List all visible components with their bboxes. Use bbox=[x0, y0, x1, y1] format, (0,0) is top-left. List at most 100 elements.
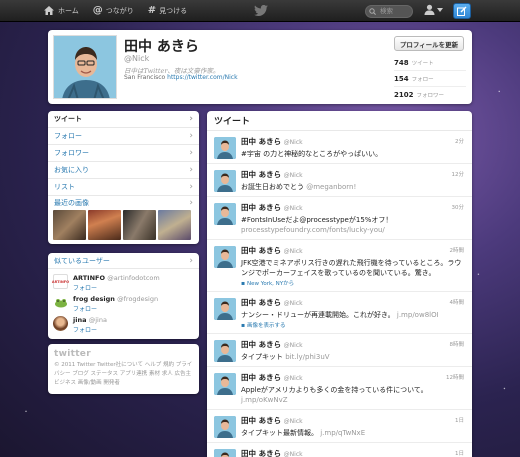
tweet-link[interactable]: @meganborn! bbox=[306, 183, 356, 191]
sidebar-item-label: フォロワー bbox=[54, 149, 89, 157]
tweet-author-name[interactable]: 田中 あきら bbox=[241, 203, 281, 212]
tweet-author-handle: @Nick bbox=[283, 375, 303, 382]
compose-tweet-button[interactable] bbox=[453, 3, 471, 19]
tweet-timestamp[interactable]: 30分 bbox=[452, 203, 465, 211]
tweet-link[interactable]: processtypefoundry.com/fonts/lucky-you/ bbox=[241, 226, 385, 234]
nav-connect[interactable]: @ つながり bbox=[93, 5, 134, 16]
tweet-timestamp[interactable]: 2分 bbox=[455, 137, 464, 145]
tweet-author-name[interactable]: 田中 あきら bbox=[241, 298, 281, 307]
tweet-author-handle: @Nick bbox=[283, 418, 303, 425]
tweet-timestamp[interactable]: 8時間 bbox=[450, 340, 465, 348]
similar-users-header[interactable]: 似ているユーザー › bbox=[48, 253, 199, 269]
follow-link[interactable]: フォロー bbox=[73, 304, 158, 313]
chevron-right-icon: › bbox=[189, 182, 193, 192]
tweet-avatar[interactable] bbox=[214, 340, 236, 362]
similar-user: ARTINFO ARTINFO @artinfodotcom フォロー bbox=[52, 274, 160, 292]
person-photo bbox=[214, 449, 236, 457]
profile-name: 田中 あきら bbox=[124, 39, 199, 55]
tweet-author-name[interactable]: 田中 あきら bbox=[241, 246, 281, 255]
user-avatar[interactable]: ARTINFO bbox=[52, 274, 69, 289]
tweet-item[interactable]: 田中 あきら @Nick 12分 お誕生日おめでとう @meganborn! bbox=[207, 164, 472, 197]
tweet-avatar[interactable] bbox=[214, 246, 236, 268]
profile-url-link[interactable]: https://twitter.com/Nick bbox=[167, 74, 237, 81]
tweet-author-name[interactable]: 田中 あきら bbox=[241, 340, 281, 349]
tweet-item[interactable]: 田中 あきら @Nick 1日タイプキット最新情報。 j.mp/qTwNxE bbox=[207, 410, 472, 443]
tweet-text: お誕生日おめでとう @meganborn! bbox=[241, 182, 466, 192]
tweet-timestamp[interactable]: 1日 bbox=[455, 449, 464, 457]
user-name[interactable]: jina bbox=[73, 316, 86, 324]
tweet-author-name[interactable]: 田中 あきら bbox=[241, 449, 281, 457]
follow-link[interactable]: フォロー bbox=[73, 283, 160, 292]
sidebar-item-label: お気に入り bbox=[54, 166, 89, 174]
user-name[interactable]: ARTINFO bbox=[73, 274, 105, 282]
profile-stats: 748 ツイート 154 フォロー 2102 フォロワー bbox=[394, 55, 466, 103]
profile-avatar[interactable] bbox=[53, 35, 117, 99]
tweet-link[interactable]: j.mp/oKwNvZ bbox=[241, 396, 288, 404]
nav-discover[interactable]: # 見つける bbox=[148, 5, 187, 16]
sidebar-item-tweets[interactable]: ツイート › bbox=[48, 111, 199, 128]
tweet-extra-label[interactable]: New York, NYから bbox=[247, 281, 294, 287]
tweet-avatar[interactable] bbox=[214, 373, 236, 395]
frog-icon bbox=[54, 298, 67, 307]
tweet-avatar[interactable] bbox=[214, 203, 236, 225]
tweet-body: #宇宙 の力と神秘的なところがやっぱいい。 bbox=[241, 150, 383, 158]
tweet-avatar[interactable] bbox=[214, 449, 236, 457]
tweet-link[interactable]: j.mp/qTwNxE bbox=[320, 429, 365, 437]
tweet-item[interactable]: 田中 あきら @Nick1日ホットタイプキットから新しいフォントが bbox=[207, 443, 472, 457]
tweet-author-name[interactable]: 田中 あきら bbox=[241, 170, 281, 179]
tweet-item[interactable]: 田中 あきら @Nick 2分 #宇宙 の力と神秘的なところがやっぱいい。 bbox=[207, 131, 472, 164]
tweet-body: JFK空港でミネアポリス行きの遅れた飛行機を待っているところ。ラウンジでポーカー… bbox=[241, 259, 462, 277]
profile-location: San Francisco bbox=[124, 74, 166, 81]
compose-icon bbox=[457, 6, 467, 16]
tweet-avatar[interactable] bbox=[214, 170, 236, 192]
tweet-timestamp[interactable]: 2時間 bbox=[450, 246, 465, 254]
sidebar-item-followers[interactable]: フォロワー › bbox=[48, 145, 199, 162]
tweet-item[interactable]: 田中 あきら @Nick 8時間 タイプキット bit.ly/phi3uV bbox=[207, 334, 472, 367]
user-avatar[interactable] bbox=[53, 295, 68, 310]
tweet-avatar[interactable] bbox=[214, 298, 236, 320]
tweet-body: タイプキット最新情報。 bbox=[241, 429, 318, 437]
edit-profile-button[interactable]: プロフィールを更新 bbox=[394, 36, 464, 51]
stat-followers[interactable]: 2102 フォロワー bbox=[394, 87, 466, 103]
tweet-author-name[interactable]: 田中 あきら bbox=[241, 416, 281, 425]
tweet-timestamp[interactable]: 1日 bbox=[455, 416, 464, 424]
recent-image[interactable] bbox=[88, 210, 121, 240]
follow-link[interactable]: フォロー bbox=[73, 325, 107, 334]
tweet-item[interactable]: 田中 あきら @Nick 4時間 ナンシー・ドリューが再連載開始。これが好き。 j.… bbox=[207, 292, 472, 334]
profile-handle: @Nick bbox=[124, 54, 150, 63]
stat-tweets[interactable]: 748 ツイート bbox=[394, 55, 466, 71]
recent-image[interactable] bbox=[158, 210, 191, 240]
tweet-avatar[interactable] bbox=[214, 416, 236, 438]
recent-images-header[interactable]: 最近の画像 › bbox=[48, 196, 199, 210]
user-menu[interactable] bbox=[424, 4, 443, 15]
tweet-author-name[interactable]: 田中 あきら bbox=[241, 137, 281, 146]
tweet-timestamp[interactable]: 12分 bbox=[452, 170, 465, 178]
sidebar-item-favorites[interactable]: お気に入り › bbox=[48, 162, 199, 179]
tweet-author-handle: @Nick bbox=[283, 300, 303, 307]
footer-panel: twitter © 2011 Twitter Twitter社について ヘルプ … bbox=[48, 344, 199, 394]
footer-links[interactable]: © 2011 Twitter Twitter社について ヘルプ 規約 プライバシ… bbox=[54, 361, 193, 388]
stat-count: 748 bbox=[394, 58, 409, 67]
tweet-avatar[interactable] bbox=[214, 137, 236, 159]
recent-image[interactable] bbox=[53, 210, 86, 240]
tweet-item[interactable]: 田中 あきら @Nick 30分 #FontsInUseだよ@processtype… bbox=[207, 197, 472, 240]
person-photo bbox=[214, 340, 236, 362]
tweet-item[interactable]: 田中 あきら @Nick 12時間 Appleがアメリカよりも多くの金を持っている件… bbox=[207, 367, 472, 410]
tweet-item[interactable]: 田中 あきら @Nick 2時間 JFK空港でミネアポリス行きの遅れた飛行機を待って… bbox=[207, 240, 472, 292]
nav-home[interactable]: ホーム bbox=[44, 6, 79, 16]
tweet-extra-label[interactable]: 画像を表示する bbox=[247, 323, 286, 329]
tweet-link[interactable]: bit.ly/phi3uV bbox=[285, 353, 329, 361]
tweet-timestamp[interactable]: 12時間 bbox=[446, 373, 464, 381]
person-photo bbox=[214, 298, 236, 320]
tweet-author-name[interactable]: 田中 あきら bbox=[241, 373, 281, 382]
user-name[interactable]: frog design bbox=[73, 295, 115, 303]
tweet-timestamp[interactable]: 4時間 bbox=[450, 298, 465, 306]
twitter-bird-icon[interactable] bbox=[254, 5, 268, 16]
user-avatar[interactable] bbox=[53, 316, 68, 331]
tweet-link[interactable]: j.mp/ow8lOI bbox=[397, 311, 439, 319]
stat-count: 2102 bbox=[394, 91, 414, 99]
sidebar-item-following[interactable]: フォロー › bbox=[48, 128, 199, 145]
sidebar-item-lists[interactable]: リスト › bbox=[48, 179, 199, 196]
recent-image[interactable] bbox=[123, 210, 156, 240]
stat-following[interactable]: 154 フォロー bbox=[394, 71, 466, 87]
